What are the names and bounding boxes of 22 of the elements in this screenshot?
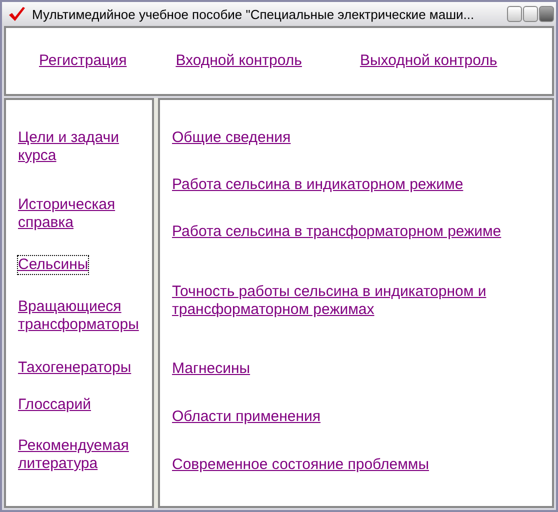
- nav-link[interactable]: Регистрация: [39, 52, 127, 70]
- topic-link[interactable]: Общие сведения: [172, 129, 291, 147]
- sidebar-link[interactable]: Цели и задачи курса: [18, 129, 148, 165]
- topic-link[interactable]: Современное состояние проблеммы: [172, 456, 429, 474]
- close-button[interactable]: [539, 6, 554, 22]
- nav-link[interactable]: Входной контроль: [176, 52, 302, 70]
- nav-link[interactable]: Выходной контроль: [360, 52, 498, 70]
- sidebar-link[interactable]: Сельсины: [18, 256, 88, 274]
- sidebar-link[interactable]: Глоссарий: [18, 396, 91, 414]
- window-title: Мультимедийное учебное пособие "Специальные электрические маши...: [32, 6, 476, 22]
- checkmark-icon: [8, 6, 26, 22]
- maximize-button[interactable]: [523, 6, 538, 22]
- topic-link[interactable]: Магнесины: [172, 360, 250, 378]
- topic-link[interactable]: Точность работы сельсина в индикаторном и трансформаторном режимах: [172, 283, 532, 319]
- topic-link[interactable]: Работа сельсина в трансформаторном режиме: [172, 223, 502, 241]
- topic-link[interactable]: Работа сельсина в индикаторном режиме: [172, 176, 464, 194]
- sidebar-link[interactable]: Историческая справка: [18, 196, 148, 232]
- minimize-button[interactable]: [507, 6, 522, 22]
- topic-link[interactable]: Области применения: [172, 408, 321, 426]
- sidebar-link[interactable]: Тахогенераторы: [18, 359, 132, 377]
- sidebar-link[interactable]: Вращающиеся трансформаторы: [18, 298, 148, 334]
- sidebar-link[interactable]: Рекомендуемая литература: [18, 437, 148, 473]
